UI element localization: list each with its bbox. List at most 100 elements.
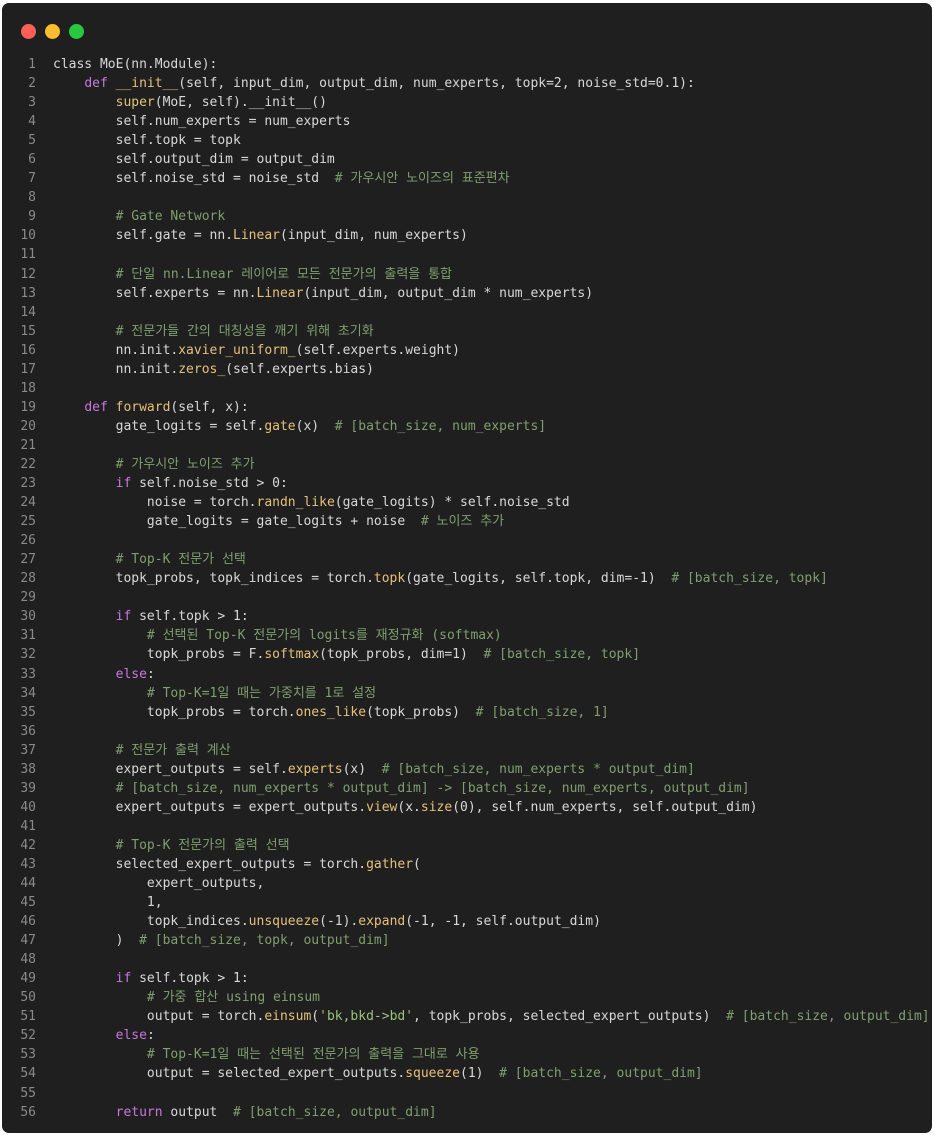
code-token: def xyxy=(84,399,108,415)
line-number: 27 xyxy=(20,552,36,568)
line-number: 2 xyxy=(28,76,36,92)
code-token: if xyxy=(115,609,132,625)
line-code: self.experts = nn.Linear(input_dim, outp… xyxy=(53,284,593,303)
code-token: __init__ xyxy=(115,76,179,92)
code-line: 31 # 선택된 Top-K 전문가의 logits를 재정규화 (softma… xyxy=(2,626,932,645)
code-token: randn_like xyxy=(256,495,335,511)
line-number: 44 xyxy=(20,876,36,892)
line-number: 25 xyxy=(20,514,36,530)
code-line: 14 xyxy=(2,303,932,322)
line-number: 34 xyxy=(20,685,36,701)
line-number: 45 xyxy=(20,895,36,911)
code-token: topk_probs = torch. xyxy=(53,704,296,720)
code-token: # [batch_size, num_experts] xyxy=(334,418,547,434)
line-code: output = selected_expert_outputs.squeeze… xyxy=(53,1064,703,1083)
code-token: (gate_logits, self.topk, dim=-1) xyxy=(405,571,672,587)
line-code: self.output_dim = output_dim xyxy=(53,150,335,169)
line-number: 43 xyxy=(20,856,36,872)
line-code: # 가우시안 노이즈 추가 xyxy=(53,455,255,474)
line-code: # [batch_size, num_experts * output_dim]… xyxy=(53,779,750,798)
code-token: def xyxy=(84,76,108,92)
code-line: 53 # Top-K=1일 때는 선택된 전문가의 출력을 그대로 사용 xyxy=(2,1045,932,1064)
code-line: 38 expert_outputs = self.experts(x) # [b… xyxy=(2,760,932,779)
code-token: (-1, -1, self.output_dim) xyxy=(405,914,601,930)
code-token: # [batch_size, 1] xyxy=(475,704,609,720)
code-token: (self, x): xyxy=(170,399,249,415)
line-code: nn.init.zeros_(self.experts.bias) xyxy=(53,360,374,379)
code-token: # [batch_size, output_dim] xyxy=(726,1009,930,1025)
line-code: noise = torch.randn_like(gate_logits) * … xyxy=(53,493,570,512)
close-dot-icon[interactable] xyxy=(21,24,36,39)
code-token: (self.experts.bias) xyxy=(225,361,374,377)
code-token: (input_dim, num_experts) xyxy=(279,228,468,244)
line-number: 37 xyxy=(20,742,36,758)
line-number: 16 xyxy=(20,342,36,358)
code-token: # 가중 합산 using einsum xyxy=(146,990,320,1006)
line-code: def __init__(self, input_dim, output_dim… xyxy=(53,74,695,93)
code-line: 16 nn.init.xavier_uniform_(self.experts.… xyxy=(2,341,932,360)
code-token: # Top-K 전문가의 출력 선택 xyxy=(115,837,290,853)
line-code: expert_outputs, xyxy=(53,874,264,893)
code-token: # Gate Network xyxy=(115,209,226,225)
code-token: ( xyxy=(413,856,421,872)
code-token: (topk_probs, dim=1) xyxy=(319,647,484,663)
code-line: 32 topk_probs = F.softmax(topk_probs, di… xyxy=(2,645,932,664)
code-token: size xyxy=(420,799,453,815)
code-line: 51 output = torch.einsum('bk,bkd->bd', t… xyxy=(2,1007,932,1026)
code-line: 21 xyxy=(2,436,932,455)
line-code: # 선택된 Top-K 전문가의 logits를 재정규화 (softmax) xyxy=(53,626,502,645)
code-token: view xyxy=(366,799,398,815)
line-number: 54 xyxy=(20,1066,36,1082)
code-line: 28 topk_probs, topk_indices = torch.topk… xyxy=(2,569,932,588)
code-token: (x. xyxy=(397,799,421,815)
line-number: 29 xyxy=(20,590,36,606)
code-line: 2 def __init__(self, input_dim, output_d… xyxy=(2,74,932,93)
code-token: 'bk,bkd->bd' xyxy=(319,1009,414,1025)
line-number: 38 xyxy=(20,761,36,777)
line-number: 5 xyxy=(28,133,36,149)
code-line: 55 xyxy=(2,1084,932,1103)
code-line: 48 xyxy=(2,950,932,969)
line-code: def forward(self, x): xyxy=(53,398,249,417)
line-code: if self.noise_std > 0: xyxy=(53,474,288,493)
minimize-dot-icon[interactable] xyxy=(45,24,60,39)
line-number: 33 xyxy=(20,666,36,682)
line-code: # Top-K 전문가 선택 xyxy=(53,550,246,569)
code-token: expert_outputs = self. xyxy=(53,761,288,777)
code-token: ) xyxy=(53,933,140,949)
code-token: gather xyxy=(366,856,414,872)
code-line: 24 noise = torch.randn_like(gate_logits)… xyxy=(2,493,932,512)
code-line: 50 # 가중 합산 using einsum xyxy=(2,988,932,1007)
line-code: output = torch.einsum('bk,bkd->bd', topk… xyxy=(53,1007,930,1026)
code-token: xavier_uniform_ xyxy=(178,342,296,358)
code-token: einsum xyxy=(264,1009,312,1025)
line-code: self.noise_std = noise_std # 가우시안 노이즈의 표… xyxy=(53,169,510,188)
line-number: 55 xyxy=(20,1085,36,1101)
line-code: self.gate = nn.Linear(input_dim, num_exp… xyxy=(53,226,468,245)
code-token: # [batch_size, output_dim] xyxy=(233,1104,437,1120)
code-token: softmax xyxy=(264,647,320,663)
code-token: (MoE, self).__init__() xyxy=(154,95,327,111)
maximize-dot-icon[interactable] xyxy=(69,24,84,39)
code-token: # 선택된 Top-K 전문가의 logits를 재정규화 (softmax) xyxy=(146,628,502,644)
code-token: output = selected_expert_outputs. xyxy=(53,1066,406,1082)
code-token: expert_outputs, xyxy=(53,876,265,892)
line-number: 56 xyxy=(20,1104,36,1120)
code-token: gate_logits = self. xyxy=(53,418,265,434)
code-token: # [batch_size, topk, output_dim] xyxy=(139,933,390,949)
line-number: 30 xyxy=(20,609,36,625)
code-token: # 전문가들 간의 대칭성을 깨기 위해 초기화 xyxy=(115,323,374,339)
code-token: self.topk > 1: xyxy=(131,971,249,987)
code-line: 1 class MoE(nn.Module): xyxy=(2,55,932,74)
line-number: 11 xyxy=(20,247,36,263)
code-token: (0), self.num_experts, self.output_dim) xyxy=(452,799,758,815)
